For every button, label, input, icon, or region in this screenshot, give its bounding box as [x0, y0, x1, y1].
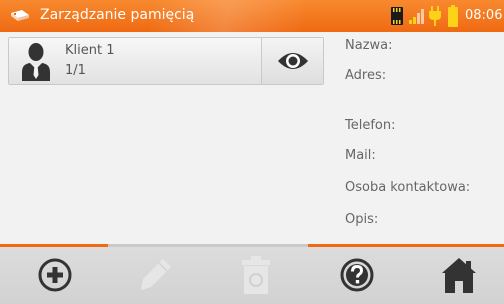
home-button[interactable] [404, 247, 504, 304]
clock-time: 08:06 [465, 8, 503, 23]
signal-icon [409, 8, 425, 28]
mail-label: Mail: [345, 148, 376, 163]
delete-button[interactable] [205, 247, 305, 304]
battery-icon [448, 5, 458, 31]
contact-person-label: Osoba kontaktowa: [345, 180, 471, 195]
home-icon [442, 258, 476, 293]
phone-label: Telefon: [345, 118, 396, 133]
question-circle-icon [340, 258, 374, 292]
name-label: Nazwa: [345, 38, 393, 53]
edit-button[interactable] [105, 247, 205, 304]
power-plug-icon [428, 6, 442, 30]
memory-management-screen: Zarządzanie pamięcią 08:06 Klient 1 1/1 … [0, 0, 504, 304]
user-avatar-icon [21, 41, 51, 81]
meter-probe-icon [9, 6, 31, 26]
address-label: Adres: [345, 68, 387, 83]
screen-title: Zarządzanie pamięcią [40, 7, 195, 23]
eye-icon [278, 53, 308, 69]
help-button[interactable] [305, 247, 405, 304]
client-list-item: Klient 1 1/1 [8, 37, 324, 85]
view-client-button[interactable] [262, 38, 323, 84]
plus-circle-icon [38, 258, 72, 292]
title-bar: Zarządzanie pamięcią 08:06 [0, 0, 504, 32]
client-count: 1/1 [65, 63, 86, 78]
sd-card-icon [391, 7, 403, 29]
trash-icon [242, 256, 270, 294]
add-button[interactable] [5, 247, 105, 304]
bottom-toolbar [0, 247, 504, 304]
client-select-button[interactable]: Klient 1 1/1 [9, 38, 262, 84]
pencil-icon [141, 259, 171, 290]
client-name: Klient 1 [65, 43, 115, 58]
description-label: Opis: [345, 212, 379, 227]
